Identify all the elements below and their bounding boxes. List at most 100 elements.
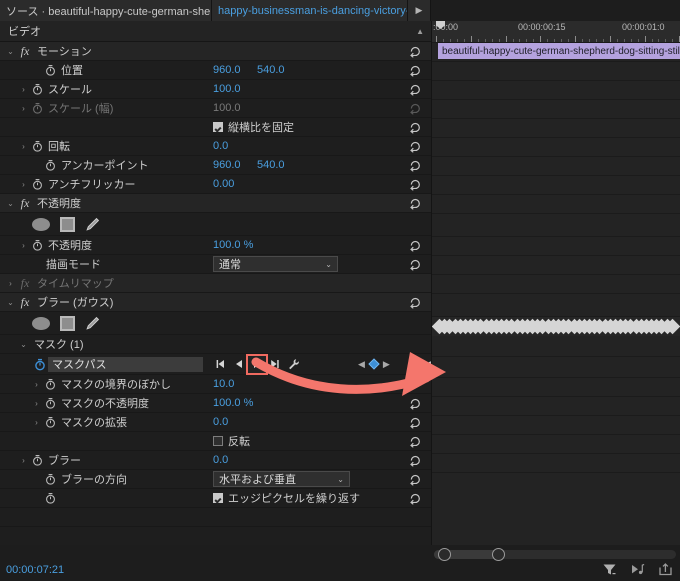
reset-icon[interactable] bbox=[409, 140, 422, 153]
twirl-right-icon[interactable]: › bbox=[17, 456, 30, 465]
stopwatch-icon[interactable] bbox=[43, 397, 58, 409]
reset-icon[interactable] bbox=[409, 83, 422, 96]
stopwatch-icon[interactable] bbox=[30, 83, 45, 95]
next-keyframe-icon[interactable]: ▶ bbox=[383, 359, 390, 370]
reset-icon[interactable] bbox=[409, 454, 422, 467]
rectangle-mask-icon[interactable] bbox=[60, 216, 75, 232]
stopwatch-icon[interactable] bbox=[43, 378, 58, 390]
twirl-right-icon[interactable]: › bbox=[30, 399, 43, 408]
property-value-position-x[interactable]: 960.0 bbox=[213, 64, 241, 76]
property-row-repeat-edge-pixels[interactable]: エッジピクセルを繰り返す bbox=[0, 489, 432, 508]
reset-icon[interactable] bbox=[409, 473, 422, 486]
stopwatch-icon[interactable] bbox=[30, 239, 45, 251]
reset-icon[interactable] bbox=[409, 64, 422, 77]
tracking-settings-wrench-icon[interactable] bbox=[284, 356, 302, 373]
effect-header-motion[interactable]: ⌄ fx モーション bbox=[0, 42, 432, 61]
property-value-mask-expansion[interactable]: 0.0 bbox=[213, 416, 228, 428]
export-frame-icon[interactable] bbox=[658, 562, 673, 577]
reset-icon[interactable] bbox=[409, 258, 422, 271]
reset-icon[interactable] bbox=[409, 492, 422, 505]
property-value-opacity[interactable]: 100.0 % bbox=[213, 239, 253, 251]
property-row-position[interactable]: 位置 960.0 540.0 bbox=[0, 61, 432, 80]
property-value-blurriness[interactable]: 0.0 bbox=[213, 454, 228, 466]
clip-duration-bar[interactable]: beautiful-happy-cute-german-shepherd-dog… bbox=[438, 43, 680, 59]
property-value-position-y[interactable]: 540.0 bbox=[257, 64, 285, 76]
property-row-blurriness[interactable]: › ブラー 0.0 bbox=[0, 451, 432, 470]
current-timecode[interactable]: 00:00:07:21 bbox=[6, 564, 64, 576]
twirl-down-icon[interactable]: ⌄ bbox=[17, 340, 30, 349]
reset-icon[interactable] bbox=[409, 239, 422, 252]
track-backward-one-frame-button[interactable] bbox=[212, 356, 230, 373]
play-forward-track-button[interactable] bbox=[246, 353, 268, 375]
reset-icon[interactable] bbox=[409, 197, 422, 210]
uniform-scale-checkbox-wrap[interactable]: 縦横比を固定 bbox=[213, 119, 294, 135]
twirl-right-icon[interactable]: › bbox=[17, 104, 30, 113]
mask-inverted-checkbox-wrap[interactable]: 反転 bbox=[213, 433, 250, 449]
effect-header-time-remapping[interactable]: › fx タイムリマップ bbox=[0, 274, 432, 293]
stopwatch-icon[interactable] bbox=[30, 102, 45, 114]
property-value-scale[interactable]: 100.0 bbox=[213, 83, 241, 95]
property-value-mask-feather[interactable]: 10.0 bbox=[213, 378, 234, 390]
track-backward-button[interactable] bbox=[230, 356, 248, 373]
repeat-edge-pixels-checkbox-wrap[interactable]: エッジピクセルを繰り返す bbox=[213, 490, 360, 506]
twirl-right-icon[interactable]: › bbox=[17, 180, 30, 189]
property-value-anchor-y[interactable]: 540.0 bbox=[257, 159, 285, 171]
reset-icon[interactable] bbox=[409, 296, 422, 309]
property-row-opacity-value[interactable]: › 不透明度 100.0 % bbox=[0, 236, 432, 255]
stopwatch-icon[interactable] bbox=[43, 159, 58, 171]
blend-mode-dropdown[interactable]: 通常 ⌄ bbox=[213, 256, 338, 272]
twirl-down-icon[interactable]: ⌄ bbox=[4, 199, 17, 208]
filter-icon[interactable] bbox=[602, 562, 617, 577]
effect-header-gaussian-blur[interactable]: ⌄ fx ブラー (ガウス) bbox=[0, 293, 432, 312]
twirl-right-icon[interactable]: › bbox=[30, 380, 43, 389]
checkbox-checked-icon[interactable] bbox=[213, 122, 223, 132]
zoom-handle-left[interactable] bbox=[438, 548, 451, 561]
property-value-anchor-x[interactable]: 960.0 bbox=[213, 159, 241, 171]
keyframe-track-mask-path[interactable] bbox=[432, 317, 680, 336]
property-row-blend-mode[interactable]: 描画モード 通常 ⌄ bbox=[0, 255, 432, 274]
stopwatch-active-icon[interactable] bbox=[32, 358, 47, 371]
twirl-right-icon[interactable]: › bbox=[4, 279, 17, 288]
zoom-handle-right[interactable] bbox=[492, 548, 505, 561]
twirl-right-icon[interactable]: › bbox=[17, 142, 30, 151]
property-row-mask-feather[interactable]: › マスクの境界のぼかし 10.0 bbox=[0, 375, 432, 394]
stopwatch-icon[interactable] bbox=[43, 492, 58, 504]
rectangle-mask-icon[interactable] bbox=[60, 315, 75, 331]
play-audio-icon[interactable] bbox=[630, 562, 645, 577]
track-forward-one-frame-button[interactable] bbox=[266, 356, 284, 373]
property-row-anchor-point[interactable]: アンカーポイント 960.0 540.0 bbox=[0, 156, 432, 175]
stopwatch-icon[interactable] bbox=[30, 454, 45, 466]
ellipse-mask-icon[interactable] bbox=[32, 316, 50, 330]
reset-icon[interactable] bbox=[409, 121, 422, 134]
mask-path-name-field[interactable]: マスクパス bbox=[48, 356, 203, 372]
source-tab[interactable]: ソース · beautiful-happy-cute-german-shephe… bbox=[0, 0, 212, 21]
twirl-right-icon[interactable]: › bbox=[17, 241, 30, 250]
property-row-blur-dimensions[interactable]: ブラーの方向 水平および垂直 ⌄ bbox=[0, 470, 432, 489]
property-row-anti-flicker[interactable]: › アンチフリッカー 0.00 bbox=[0, 175, 432, 194]
property-value-mask-opacity[interactable]: 100.0 % bbox=[213, 397, 253, 409]
twirl-right-icon[interactable]: › bbox=[17, 85, 30, 94]
add-remove-keyframe-icon[interactable] bbox=[368, 358, 380, 370]
stopwatch-icon[interactable] bbox=[43, 64, 58, 76]
checkbox-checked-icon[interactable] bbox=[213, 493, 223, 503]
effect-header-opacity[interactable]: ⌄ fx 不透明度 bbox=[0, 194, 432, 213]
twirl-right-icon[interactable]: › bbox=[30, 418, 43, 427]
reset-icon[interactable] bbox=[409, 416, 422, 429]
stopwatch-icon[interactable] bbox=[43, 473, 58, 485]
property-row-mask-inverted[interactable]: 反転 bbox=[0, 432, 432, 451]
zoom-scrollbar[interactable] bbox=[434, 548, 676, 561]
sequence-tab[interactable]: happy-businessman-is-dancing-victory-da.… bbox=[212, 0, 408, 21]
pen-mask-icon[interactable] bbox=[85, 316, 100, 331]
pen-mask-icon[interactable] bbox=[85, 217, 100, 232]
twirl-down-icon[interactable]: ⌄ bbox=[4, 298, 17, 307]
reset-icon[interactable] bbox=[409, 159, 422, 172]
stopwatch-icon[interactable] bbox=[43, 416, 58, 428]
mask-group-header[interactable]: ⌄ マスク (1) bbox=[0, 335, 432, 354]
stopwatch-icon[interactable] bbox=[30, 178, 45, 190]
reset-icon[interactable] bbox=[409, 397, 422, 410]
property-row-scale-width[interactable]: › スケール (幅) 100.0 bbox=[0, 99, 432, 118]
property-row-scale[interactable]: › スケール 100.0 bbox=[0, 80, 432, 99]
property-value-anti-flicker[interactable]: 0.00 bbox=[213, 178, 234, 190]
reset-icon[interactable] bbox=[409, 178, 422, 191]
property-row-mask-expansion[interactable]: › マスクの拡張 0.0 bbox=[0, 413, 432, 432]
